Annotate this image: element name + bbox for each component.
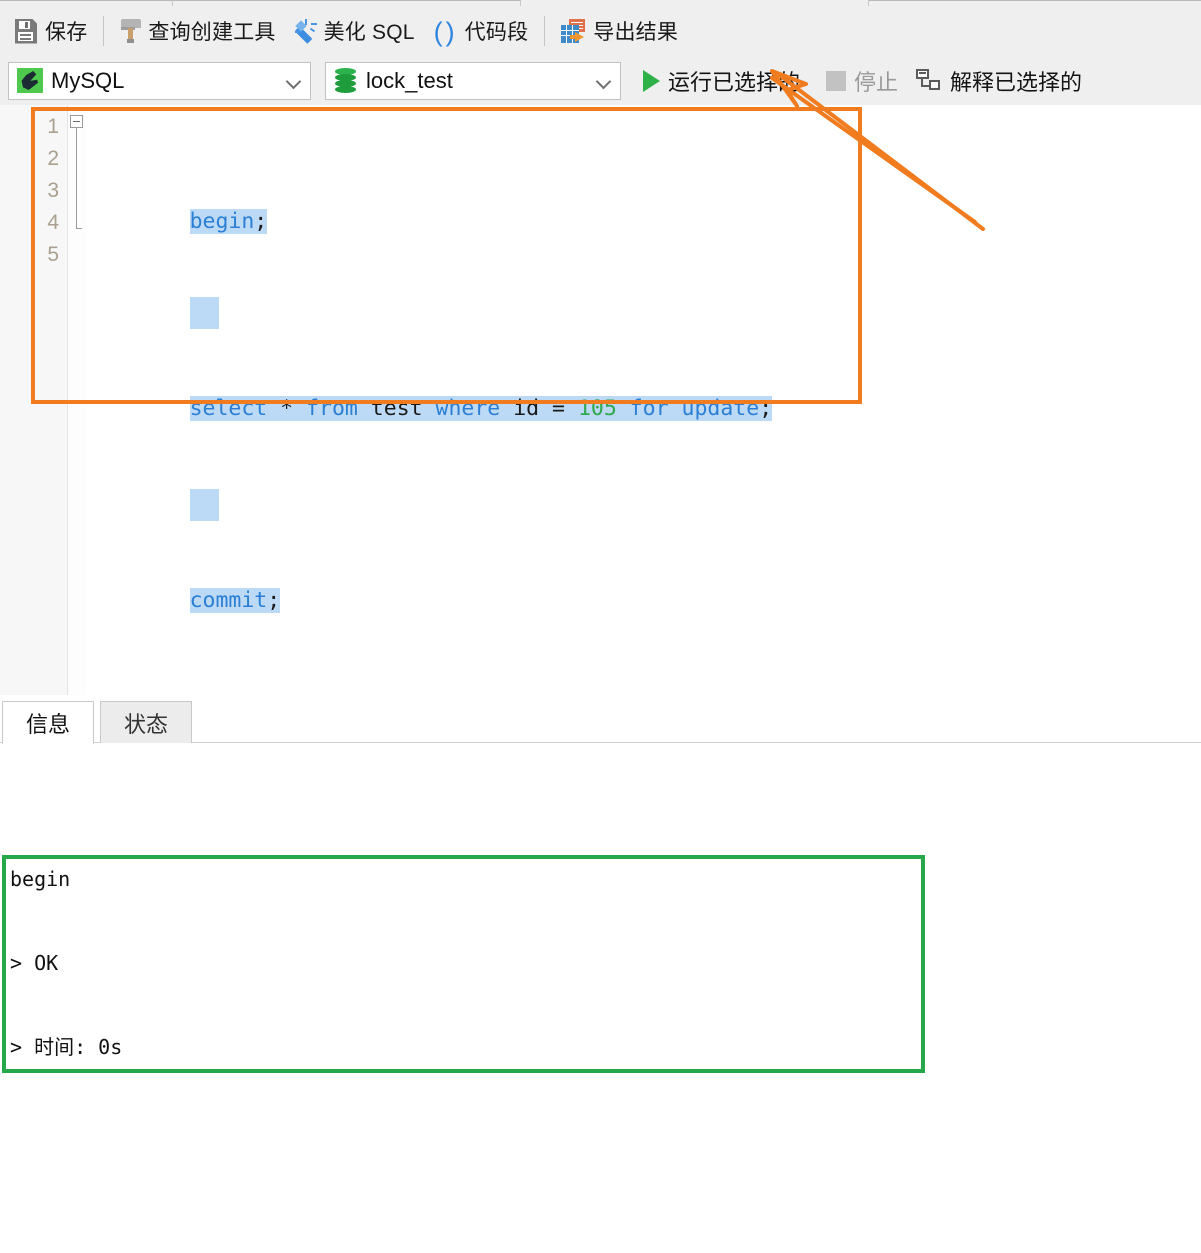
mysql-dolphin-icon — [17, 68, 43, 93]
message-log: begin > OK > 时间: 0s select * from test w… — [0, 743, 1160, 1253]
query-builder-button-label: 查询创建工具 — [148, 21, 276, 44]
code-fold-column[interactable] — [68, 105, 86, 695]
database-cylinder-icon — [334, 67, 358, 94]
run-selected-label: 运行已选择的 — [668, 69, 801, 95]
database-type-value: MySQL — [51, 67, 125, 93]
tab-info-label: 信息 — [25, 712, 70, 737]
line-number: 2 — [47, 147, 59, 170]
explain-selected-label: 解释已选择的 — [950, 69, 1083, 95]
fold-collapse-icon[interactable] — [70, 115, 83, 128]
line-number: 3 — [47, 179, 59, 202]
export-result-button-label: 导出结果 — [593, 21, 679, 44]
play-triangle-icon — [643, 69, 660, 92]
message-block-begin: begin > OK > 时间: 0s — [10, 809, 1160, 1117]
code-line[interactable] — [86, 457, 1201, 521]
save-button[interactable]: 保存 — [6, 11, 96, 51]
hammer-icon — [120, 18, 142, 44]
results-panel: 信息 状态 begin > OK > 时间: 0s select * from … — [0, 695, 1201, 1253]
chevron-down-icon[interactable] — [596, 73, 612, 89]
explain-plan-icon — [916, 68, 942, 93]
message-line: > OK — [10, 951, 59, 975]
message-gap — [10, 1245, 1160, 1253]
beautify-sql-button[interactable]: 美化 SQL — [285, 11, 424, 51]
explain-selected-button[interactable]: 解释已选择的 — [912, 61, 1086, 101]
save-icon — [15, 18, 39, 44]
stop-square-icon — [826, 70, 847, 91]
sql-editor-window: 保存 查询创建工具 美化 SQL () 代码段 导出结果 MySQL lock_… — [0, 0, 1201, 1253]
stop-button: 停止 — [822, 61, 902, 101]
chevron-down-icon[interactable] — [286, 73, 302, 89]
save-button-label: 保存 — [45, 21, 88, 44]
export-result-button[interactable]: 导出结果 — [552, 11, 687, 51]
beautify-sql-button-label: 美化 SQL — [323, 21, 415, 44]
message-gap — [10, 1173, 1160, 1189]
line-number-gutter: 1 2 3 4 5 — [0, 105, 68, 695]
tab-info[interactable]: 信息 — [2, 701, 94, 745]
line-number: 1 — [47, 115, 59, 138]
database-type-select[interactable]: MySQL — [8, 61, 311, 100]
tab-status[interactable]: 状态 — [100, 701, 192, 743]
code-line[interactable]: begin; — [86, 169, 1201, 234]
export-icon — [561, 18, 587, 44]
message-line: begin — [10, 867, 71, 891]
fold-range-end — [76, 228, 82, 229]
line-number: 4 — [47, 211, 59, 234]
tab-status-label: 状态 — [123, 711, 168, 737]
code-snippet-button[interactable]: () 代码段 — [424, 11, 538, 51]
main-toolbar: 保存 查询创建工具 美化 SQL () 代码段 导出结果 — [0, 6, 1201, 56]
code-line[interactable]: select * from test where id = 105 for up… — [86, 361, 1201, 421]
code-snippet-button-label: 代码段 — [464, 21, 529, 44]
run-selected-button[interactable]: 运行已选择的 — [639, 61, 804, 101]
stop-label: 停止 — [854, 69, 899, 95]
magic-wand-icon — [294, 19, 318, 44]
code-content[interactable]: begin; select * from test where id = 105… — [86, 105, 1201, 695]
results-tabbar: 信息 状态 — [0, 695, 1201, 745]
schema-select[interactable]: lock_test — [325, 61, 621, 100]
fold-range-line — [76, 128, 77, 229]
code-line[interactable]: commit; — [86, 553, 1201, 613]
toolbar-divider-1 — [103, 16, 105, 46]
toolbar-divider-2 — [544, 16, 546, 46]
query-builder-button[interactable]: 查询创建工具 — [111, 11, 284, 51]
connection-toolbar: MySQL lock_test 运行已选择的 停止 解释已选择的 — [0, 56, 1201, 105]
message-line: > 时间: 0s — [10, 1035, 123, 1059]
sql-editor[interactable]: 1 2 3 4 5 begin; select * from test wher… — [0, 105, 1201, 695]
line-number: 5 — [47, 243, 59, 266]
parentheses-icon: () — [433, 17, 455, 47]
schema-value: lock_test — [366, 67, 453, 93]
code-line[interactable] — [86, 265, 1201, 329]
